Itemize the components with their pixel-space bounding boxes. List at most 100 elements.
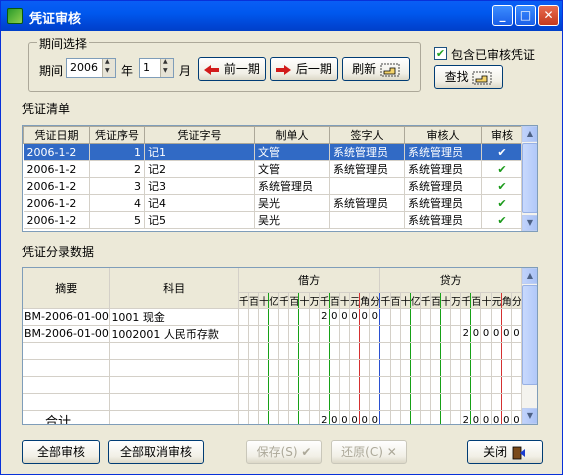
save-button[interactable]: 保存(S) ✔: [246, 440, 322, 464]
table-row[interactable]: 2006-1-2 1 记1 文管 系统管理员 系统管理员 ✔: [23, 143, 523, 161]
digit-header: 分: [511, 292, 523, 309]
table-row[interactable]: 2006-1-2 3 记3 系统管理员 系统管理员 ✔: [23, 177, 523, 195]
col-summary-header[interactable]: 摘要: [23, 268, 111, 309]
amount-digit: 0: [480, 325, 492, 343]
amount-digit: [359, 325, 371, 343]
amount-digit: [248, 342, 260, 360]
audit-all-button[interactable]: 全部审核: [22, 440, 100, 464]
amount-digit: [268, 325, 280, 343]
prev-period-button[interactable]: 前一期: [198, 57, 266, 81]
voucher-list-scrollbar[interactable]: ▲ ▼: [521, 126, 537, 231]
entry-row[interactable]: [23, 359, 523, 377]
digit-header: 分: [369, 292, 381, 309]
scroll-thumb[interactable]: [522, 285, 537, 385]
amount-digit: [410, 359, 421, 377]
checkmark-icon: ✔: [301, 445, 312, 459]
year-spin-arrows-icon[interactable]: [102, 58, 115, 77]
amount-digit: [359, 342, 371, 360]
amount-digit: [430, 376, 442, 394]
include-audited-checkbox[interactable]: ✔: [434, 47, 447, 60]
scroll-up-icon[interactable]: ▲: [522, 268, 537, 284]
entries-scrollbar[interactable]: ▲ ▼: [521, 268, 537, 424]
month-spinner[interactable]: 1: [139, 58, 174, 78]
period-label: 期间: [39, 64, 64, 78]
col-subject-header[interactable]: 科目: [109, 268, 239, 309]
entry-row[interactable]: BM-2006-01-000 1002001 人民币存款 2 0 0 0 0 0: [23, 325, 523, 343]
year-spinner[interactable]: 2006: [66, 58, 116, 78]
amount-digit: [288, 393, 300, 411]
amount-digit: [410, 393, 421, 411]
amount-digit: [288, 359, 300, 377]
col-debit-header[interactable]: 借方: [238, 268, 381, 293]
cell-auditor: 系统管理员: [404, 211, 482, 229]
cell-maker: 文管: [254, 160, 330, 178]
month-spin-arrows-icon[interactable]: [160, 58, 173, 77]
col-header[interactable]: 审核: [481, 126, 523, 144]
amount-digit: [359, 359, 371, 377]
cancel-all-audit-button[interactable]: 全部取消审核: [108, 440, 204, 464]
amount-digit: 2: [460, 325, 472, 343]
col-header[interactable]: 制单人: [254, 126, 330, 144]
title-bar[interactable]: 凭证审核 _ □ ✕: [1, 1, 562, 31]
amount-digit: [480, 376, 492, 394]
close-button[interactable]: 关闭: [467, 440, 543, 464]
cell-code: 记2: [144, 160, 255, 178]
minimize-button[interactable]: _: [492, 5, 513, 26]
checkmark-icon[interactable]: ✔: [481, 143, 523, 161]
amount-digit: [298, 308, 310, 326]
col-credit-header[interactable]: 贷方: [379, 268, 522, 293]
checkmark-icon[interactable]: ✔: [481, 160, 523, 178]
voucher-table: 凭证日期 凭证序号 凭证字号 制单人 签字人 审核人 审核 2006-1-2 1…: [23, 126, 523, 229]
amount-digit: [379, 410, 391, 424]
amount-digit: [400, 325, 411, 343]
close-window-button[interactable]: ✕: [538, 5, 559, 26]
next-period-button[interactable]: 后一期: [270, 57, 338, 81]
scroll-down-icon[interactable]: ▼: [522, 408, 537, 424]
entry-row[interactable]: BM-2006-01-000 1001 现金 2 0 0 0 0 0: [23, 308, 523, 326]
voucher-header-row: 凭证日期 凭证序号 凭证字号 制单人 签字人 审核人 审核: [23, 126, 523, 144]
table-row[interactable]: 2006-1-2 2 记2 文管 系统管理员 系统管理员 ✔: [23, 160, 523, 178]
total-row[interactable]: 合计 2 0 0 0 0 0 2 0 0 0 0 0: [23, 410, 523, 424]
maximize-button[interactable]: □: [515, 5, 536, 26]
entry-row[interactable]: [23, 342, 523, 360]
checkmark-icon[interactable]: ✔: [481, 211, 523, 229]
amount-digit: [349, 393, 361, 411]
cell-summary: [23, 393, 111, 411]
col-header[interactable]: 签字人: [329, 126, 405, 144]
cell-signer: 系统管理员: [329, 160, 405, 178]
cell-seq: 4: [89, 194, 145, 212]
col-header[interactable]: 凭证日期: [23, 126, 90, 144]
restore-button[interactable]: 还原(C) ✕: [331, 440, 407, 464]
entry-row[interactable]: [23, 376, 523, 394]
close-label: 关闭: [483, 445, 508, 459]
amount-digit: [420, 359, 431, 377]
cell-summary: [23, 376, 111, 394]
cell-signer: [329, 211, 405, 229]
entry-row[interactable]: [23, 393, 523, 411]
amount-digit: [288, 410, 300, 424]
voucher-list-grid[interactable]: 凭证日期 凭证序号 凭证字号 制单人 签字人 审核人 审核 2006-1-2 1…: [22, 125, 538, 232]
scroll-thumb[interactable]: [522, 143, 537, 213]
digit-header: 百: [390, 292, 401, 309]
amount-digit: [460, 308, 472, 326]
checkmark-icon[interactable]: ✔: [481, 194, 523, 212]
refresh-button[interactable]: 刷新: [342, 57, 410, 81]
amount-digit: [349, 376, 361, 394]
amount-digit: 0: [511, 325, 523, 343]
amount-digit: [278, 376, 290, 394]
table-row[interactable]: 2006-1-2 4 记4 吴光 系统管理员 系统管理员 ✔: [23, 194, 523, 212]
checkmark-icon[interactable]: ✔: [481, 177, 523, 195]
entries-grid[interactable]: 摘要 科目 借方 贷方 千百十亿千百十万千百十元角分千百十亿千百十万千百十元角分…: [22, 267, 538, 425]
amount-digit: [238, 376, 249, 394]
amount-digit: 0: [359, 308, 371, 326]
col-header[interactable]: 审核人: [404, 126, 482, 144]
scroll-down-icon[interactable]: ▼: [522, 215, 537, 231]
refresh-label: 刷新: [352, 62, 377, 76]
find-button[interactable]: 查找: [434, 65, 503, 89]
scroll-up-icon[interactable]: ▲: [522, 126, 537, 142]
col-header[interactable]: 凭证字号: [144, 126, 255, 144]
amount-digit: [238, 342, 249, 360]
col-header[interactable]: 凭证序号: [89, 126, 145, 144]
table-row[interactable]: 2006-1-2 5 记5 吴光 系统管理员 ✔: [23, 211, 523, 229]
cell-date: 2006-1-2: [23, 143, 90, 161]
